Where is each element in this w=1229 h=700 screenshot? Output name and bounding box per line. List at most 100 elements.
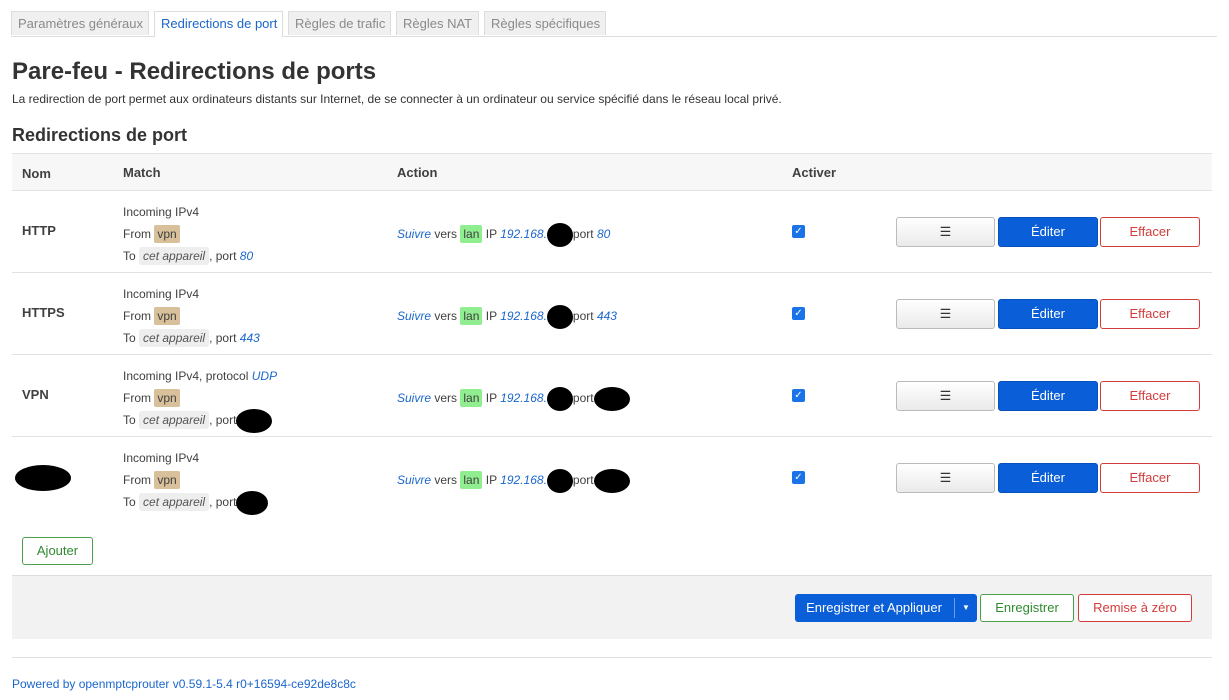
ip-label: IP	[485, 309, 497, 324]
match-incoming: Incoming IPv4, protocol	[123, 369, 249, 383]
rule-action: Suivre vers lan IP 192.168. port 80	[397, 223, 610, 247]
tab-nat-rules[interactable]: Règles NAT	[396, 11, 479, 35]
match-incoming: Incoming IPv4	[123, 451, 200, 465]
edit-button[interactable]: Éditer	[998, 217, 1098, 247]
target-ip: 192.168.	[500, 309, 547, 324]
device-badge: cet appareil	[139, 329, 210, 347]
target-ip: 192.168.	[500, 391, 547, 406]
delete-button[interactable]: Effacer	[1100, 381, 1200, 411]
device-badge: cet appareil	[139, 493, 210, 512]
redaction-mark	[236, 491, 269, 515]
zone-badge-vpn: vpn	[154, 471, 180, 489]
vers-label: vers	[434, 473, 458, 488]
rule-name: HTTP	[22, 223, 56, 238]
drag-sort-handle[interactable]: ☰	[896, 381, 995, 411]
rule-match: Incoming IPv4, protocol UDP From vpn To …	[123, 365, 278, 433]
port-label: port	[215, 495, 237, 510]
drag-sort-handle[interactable]: ☰	[896, 299, 995, 329]
action-verb: Suivre	[397, 227, 432, 242]
drag-sort-handle[interactable]: ☰	[896, 463, 995, 493]
edit-button[interactable]: Éditer	[998, 299, 1098, 329]
page-description: La redirection de port permet aux ordina…	[12, 92, 782, 106]
reset-button[interactable]: Remise à zéro	[1078, 594, 1192, 622]
ip-label: IP	[485, 227, 497, 242]
add-button[interactable]: Ajouter	[22, 537, 93, 565]
redaction-mark	[236, 409, 273, 433]
page-title: Pare-feu - Redirections de ports	[12, 58, 377, 85]
match-from-label: From	[123, 227, 151, 241]
zone-badge-lan: lan	[460, 471, 483, 490]
redaction-mark	[593, 469, 630, 493]
header-match: Match	[123, 165, 161, 180]
save-button[interactable]: Enregistrer	[980, 594, 1074, 622]
device-badge: cet appareil	[139, 411, 210, 430]
port-label: port	[215, 331, 237, 345]
form-actions-bar: Enregistrer et Appliquer ▼ Enregistrer R…	[12, 575, 1212, 639]
redaction-mark	[546, 223, 573, 247]
port-label: port	[572, 309, 594, 324]
ip-label: IP	[485, 391, 497, 406]
caret-down-icon[interactable]: ▼	[955, 594, 977, 622]
enable-checkbox[interactable]: ✓	[792, 225, 805, 238]
port-label: port	[572, 227, 594, 242]
match-to-label: To	[123, 413, 136, 428]
tab-traffic-rules[interactable]: Règles de trafic	[288, 11, 391, 35]
zone-badge-vpn: vpn	[154, 307, 180, 325]
vers-label: vers	[434, 309, 458, 324]
header-enable: Activer	[792, 165, 837, 180]
ip-label: IP	[485, 473, 497, 488]
match-port: 80	[239, 249, 254, 263]
redaction-mark	[546, 305, 573, 329]
rule-action: Suivre vers lan IP 192.168. port	[397, 469, 630, 493]
tab-specific-rules[interactable]: Règles spécifiques	[484, 11, 606, 35]
table-header: Nom Match Action Activer	[12, 153, 1212, 191]
port-label: port	[572, 473, 594, 488]
match-to-label: To	[123, 331, 136, 345]
vers-label: vers	[434, 227, 458, 242]
tab-general-settings[interactable]: Paramètres généraux	[11, 11, 149, 35]
action-verb: Suivre	[397, 473, 432, 488]
zone-badge-vpn: vpn	[154, 225, 180, 243]
match-from-label: From	[123, 473, 151, 487]
header-action: Action	[397, 165, 438, 180]
table-row: VPN Incoming IPv4, protocol UDP From vpn…	[12, 355, 1212, 437]
drag-sort-handle[interactable]: ☰	[896, 217, 995, 247]
redaction-mark	[546, 387, 573, 411]
section-title: Redirections de port	[12, 125, 188, 145]
rule-name: HTTPS	[22, 305, 65, 320]
rule-match: Incoming IPv4 From vpn To cet appareil, …	[123, 205, 254, 265]
port-forwards-table: Nom Match Action Activer HTTP Incoming I…	[12, 153, 1212, 519]
delete-button[interactable]: Effacer	[1100, 299, 1200, 329]
enable-checkbox[interactable]: ✓	[792, 307, 805, 320]
delete-button[interactable]: Effacer	[1100, 217, 1200, 247]
match-from-label: From	[123, 391, 151, 405]
match-incoming: Incoming IPv4	[123, 287, 200, 301]
rule-name: VPN	[22, 387, 49, 402]
forward-port: 443	[596, 309, 617, 324]
table-row: Incoming IPv4 From vpn To cet appareil, …	[12, 437, 1212, 519]
match-protocol: UDP	[251, 369, 278, 383]
powered-by-link[interactable]: Powered by openmptcprouter v0.59.1-5.4 r…	[12, 677, 356, 691]
action-verb: Suivre	[397, 309, 432, 324]
table-row: HTTP Incoming IPv4 From vpn To cet appar…	[12, 191, 1212, 273]
rule-action: Suivre vers lan IP 192.168. port	[397, 387, 630, 411]
rule-match: Incoming IPv4 From vpn To cet appareil, …	[123, 447, 269, 515]
delete-button[interactable]: Effacer	[1100, 463, 1200, 493]
tab-port-forwards[interactable]: Redirections de port	[154, 11, 283, 37]
match-to-label: To	[123, 249, 136, 263]
edit-button[interactable]: Éditer	[998, 381, 1098, 411]
match-port: 443	[239, 331, 260, 345]
rule-action: Suivre vers lan IP 192.168. port 443	[397, 305, 617, 329]
redaction-mark	[593, 387, 630, 411]
enable-checkbox[interactable]: ✓	[792, 471, 805, 484]
target-ip: 192.168.	[500, 473, 547, 488]
target-ip: 192.168.	[500, 227, 547, 242]
match-to-label: To	[123, 495, 136, 510]
edit-button[interactable]: Éditer	[998, 463, 1098, 493]
redaction-mark	[15, 465, 71, 491]
enable-checkbox[interactable]: ✓	[792, 389, 805, 402]
save-apply-button[interactable]: Enregistrer et Appliquer ▼	[795, 594, 977, 622]
zone-badge-lan: lan	[460, 225, 483, 244]
save-apply-label: Enregistrer et Appliquer	[806, 600, 942, 615]
match-incoming: Incoming IPv4	[123, 205, 200, 219]
